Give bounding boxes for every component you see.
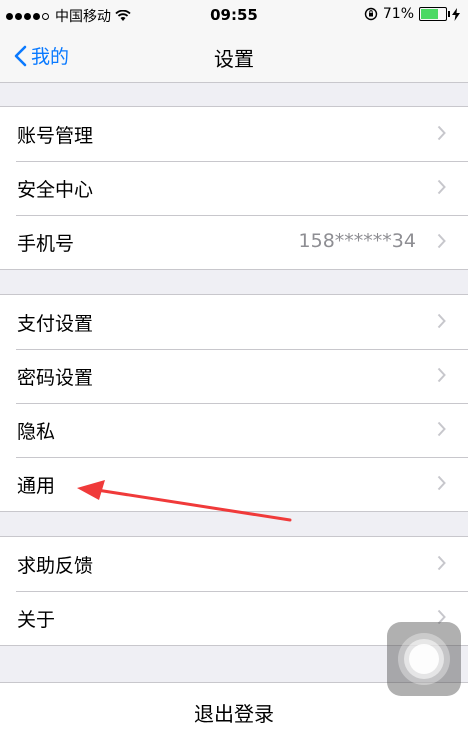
row-label: 密码设置	[17, 367, 94, 389]
settings-row-payment-settings[interactable]: 支付设置	[0, 295, 468, 349]
chevron-right-icon	[437, 367, 446, 383]
page-title: 设置	[214, 47, 254, 71]
settings-row-security-center[interactable]: 安全中心	[0, 161, 468, 215]
status-right: 71%	[364, 6, 460, 22]
row-label: 隐私	[17, 421, 56, 443]
phone-number-value: 158******34	[298, 230, 416, 252]
annotation-arrow-icon	[77, 480, 292, 522]
chevron-right-icon	[437, 421, 446, 437]
assistive-touch-button[interactable]	[387, 622, 461, 696]
row-label: 手机号	[17, 233, 75, 255]
settings-row-privacy[interactable]: 隐私	[0, 403, 468, 457]
settings-row-help-feedback[interactable]: 求助反馈	[0, 537, 468, 591]
row-label: 关于	[17, 609, 56, 631]
charging-icon	[452, 7, 460, 21]
chevron-right-icon	[437, 125, 446, 141]
row-label: 通用	[17, 475, 56, 497]
orientation-lock-icon	[364, 7, 378, 21]
settings-row-password-settings[interactable]: 密码设置	[0, 349, 468, 403]
navigation-bar: 我的 设置	[0, 30, 468, 83]
row-label: 求助反馈	[17, 555, 94, 577]
row-label: 支付设置	[17, 313, 94, 335]
row-label: 账号管理	[17, 125, 94, 147]
chevron-right-icon	[437, 555, 446, 571]
chevron-right-icon	[437, 313, 446, 329]
battery-percent: 71%	[382, 6, 414, 22]
settings-row-account-management[interactable]: 账号管理	[0, 107, 468, 161]
logout-label: 退出登录	[194, 702, 274, 726]
chevron-right-icon	[437, 233, 446, 249]
settings-group-account: 账号管理 安全中心 手机号 158******34	[0, 106, 468, 270]
settings-row-phone-number[interactable]: 手机号 158******34	[0, 215, 468, 269]
status-bar: 中国移动 09:55 71%	[0, 0, 468, 30]
battery-icon	[419, 7, 450, 21]
chevron-right-icon	[437, 475, 446, 491]
chevron-right-icon	[437, 179, 446, 195]
row-label: 安全中心	[17, 179, 94, 201]
